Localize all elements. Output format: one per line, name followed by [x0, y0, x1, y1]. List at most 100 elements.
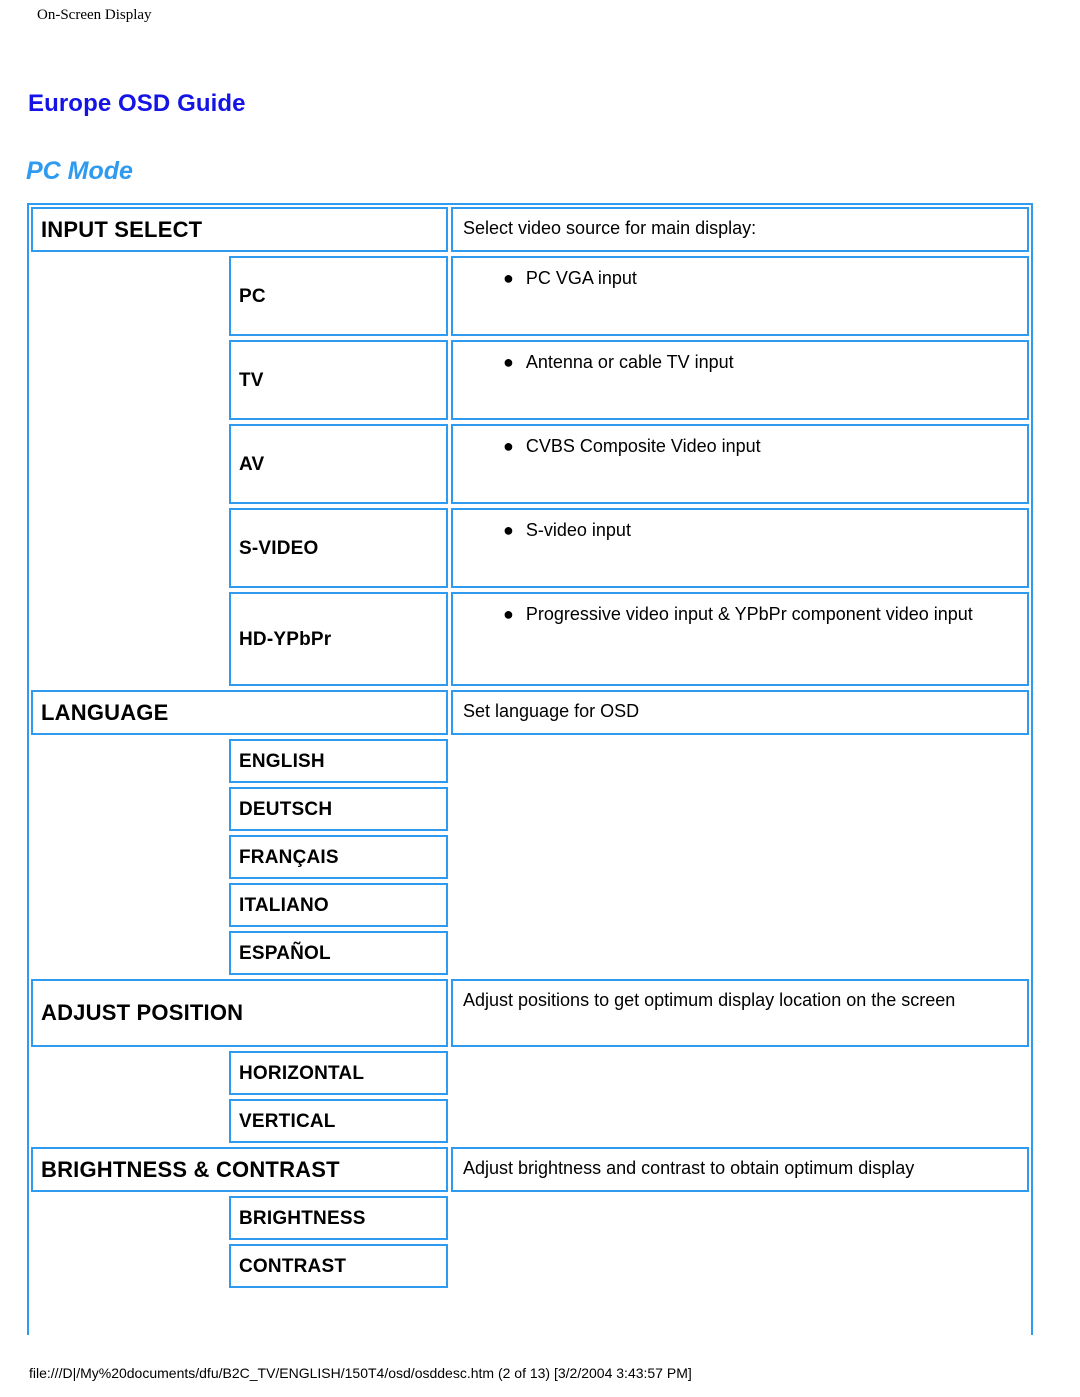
bullet-item: ● CVBS Composite Video input: [463, 434, 1017, 459]
bullet-item: ● S-video input: [463, 518, 1017, 543]
section-header-label: BRIGHTNESS & CONTRAST: [41, 1156, 340, 1182]
bullet-text: PC VGA input: [525, 268, 637, 288]
section-header-row: LANGUAGE Set language for OSD: [29, 688, 1031, 737]
option-row-deutsch: DEUTSCH: [29, 785, 1031, 833]
option-row-italiano: ITALIANO: [29, 881, 1031, 929]
section-header-label: ADJUST POSITION: [41, 1000, 244, 1025]
option-cell-wrap: BRIGHTNESS: [29, 1194, 450, 1242]
section-header-cell[interactable]: BRIGHTNESS & CONTRAST: [31, 1147, 448, 1192]
option-cell-francais[interactable]: FRANÇAIS: [229, 835, 448, 879]
option-row-brightness: BRIGHTNESS: [29, 1194, 1031, 1242]
option-cell-espanol[interactable]: ESPAÑOL: [229, 931, 448, 975]
option-label: TV: [239, 369, 264, 391]
option-label: ESPAÑOL: [239, 942, 331, 964]
option-cell-wrap: FRANÇAIS: [29, 833, 450, 881]
section-description-cell-wrap: Adjust positions to get optimum display …: [450, 977, 1031, 1049]
option-label: BRIGHTNESS: [239, 1207, 366, 1229]
bullet-dot-icon: ●: [503, 268, 514, 288]
bullet-dot-icon: ●: [503, 436, 514, 456]
section-description-cell-wrap: Set language for OSD: [450, 688, 1031, 737]
option-cell-wrap: TV: [29, 338, 450, 422]
option-row-francais: FRANÇAIS: [29, 833, 1031, 881]
bullet-text: CVBS Composite Video input: [525, 436, 761, 456]
option-cell-deutsch[interactable]: DEUTSCH: [229, 787, 448, 831]
section-input-select: INPUT SELECT Select video source for mai…: [29, 205, 1031, 688]
option-row-horizontal: HORIZONTAL: [29, 1049, 1031, 1097]
option-cell-wrap: HD-YPbPr: [29, 590, 450, 688]
option-cell-av[interactable]: AV: [229, 424, 448, 504]
page-title: Europe OSD Guide: [28, 90, 246, 118]
option-cell-wrap: HORIZONTAL: [29, 1049, 450, 1097]
option-cell-horizontal[interactable]: HORIZONTAL: [229, 1051, 448, 1095]
section-description-text: Adjust brightness and contrast to obtain…: [463, 1158, 915, 1178]
option-description-empty: [450, 785, 1031, 833]
option-row-english: ENGLISH: [29, 737, 1031, 785]
option-description-empty: [450, 929, 1031, 977]
section-description-cell-wrap: Select video source for main display:: [450, 205, 1031, 254]
option-row-tv: TV ● Antenna or cable TV input: [29, 338, 1031, 422]
option-cell-brightness[interactable]: BRIGHTNESS: [229, 1196, 448, 1240]
option-cell-wrap: DEUTSCH: [29, 785, 450, 833]
section-header-cell[interactable]: INPUT SELECT: [31, 207, 448, 252]
option-cell-wrap: S-VIDEO: [29, 506, 450, 590]
section-adjust-position: ADJUST POSITION Adjust positions to get …: [29, 977, 1031, 1145]
option-cell-wrap: ITALIANO: [29, 881, 450, 929]
option-row-pc: PC ● PC VGA input: [29, 254, 1031, 338]
bullet-dot-icon: ●: [503, 352, 514, 372]
option-description-empty: [450, 1242, 1031, 1290]
section-description-text: Set language for OSD: [463, 701, 640, 721]
bullet-item: ● Progressive video input & YPbPr compon…: [463, 602, 1017, 627]
option-description-wrap: ● Antenna or cable TV input: [450, 338, 1031, 422]
option-row-av: AV ● CVBS Composite Video input: [29, 422, 1031, 506]
section-header-cell-wrap: LANGUAGE: [29, 688, 450, 737]
section-description-text: Adjust positions to get optimum display …: [463, 990, 956, 1010]
option-cell-hd-ypbpr[interactable]: HD-YPbPr: [229, 592, 448, 686]
option-cell-pc[interactable]: PC: [229, 256, 448, 336]
option-cell-wrap: PC: [29, 254, 450, 338]
option-description-empty: [450, 833, 1031, 881]
option-label: HD-YPbPr: [239, 628, 332, 650]
option-row-hd-ypbpr: HD-YPbPr ● Progressive video input & YPb…: [29, 590, 1031, 688]
section-header-label: INPUT SELECT: [41, 216, 203, 242]
option-row-espanol: ESPAÑOL: [29, 929, 1031, 977]
section-description-cell: Set language for OSD: [451, 690, 1029, 735]
option-cell-s-video[interactable]: S-VIDEO: [229, 508, 448, 588]
option-cell-tv[interactable]: TV: [229, 340, 448, 420]
option-label: HORIZONTAL: [239, 1062, 365, 1084]
option-description-cell: ● PC VGA input: [451, 256, 1029, 336]
option-description-wrap: ● PC VGA input: [450, 254, 1031, 338]
section-header-label: LANGUAGE: [41, 699, 169, 725]
bullet-text: S-video input: [525, 520, 631, 540]
option-description-cell: ● S-video input: [451, 508, 1029, 588]
option-cell-wrap: CONTRAST: [29, 1242, 450, 1290]
option-description-wrap: ● Progressive video input & YPbPr compon…: [450, 590, 1031, 688]
option-cell-english[interactable]: ENGLISH: [229, 739, 448, 783]
section-header-cell[interactable]: ADJUST POSITION: [31, 979, 448, 1047]
option-row-s-video: S-VIDEO ● S-video input: [29, 506, 1031, 590]
option-cell-wrap: VERTICAL: [29, 1097, 450, 1145]
bullet-dot-icon: ●: [503, 520, 514, 540]
option-description-empty: [450, 881, 1031, 929]
bullet-dot-icon: ●: [503, 604, 514, 624]
option-description-empty: [450, 1049, 1031, 1097]
option-description-cell: ● Progressive video input & YPbPr compon…: [451, 592, 1029, 686]
section-header-row: ADJUST POSITION Adjust positions to get …: [29, 977, 1031, 1049]
option-label: VERTICAL: [239, 1110, 336, 1132]
option-cell-vertical[interactable]: VERTICAL: [229, 1099, 448, 1143]
section-header-cell[interactable]: LANGUAGE: [31, 690, 448, 735]
section-header-row: INPUT SELECT Select video source for mai…: [29, 205, 1031, 254]
bullet-text: Progressive video input & YPbPr componen…: [525, 604, 973, 624]
option-label: ITALIANO: [239, 894, 329, 916]
section-header-cell-wrap: INPUT SELECT: [29, 205, 450, 254]
bullet-item: ● PC VGA input: [463, 266, 1017, 291]
option-cell-wrap: ESPAÑOL: [29, 929, 450, 977]
option-cell-contrast[interactable]: CONTRAST: [229, 1244, 448, 1288]
option-description-wrap: ● CVBS Composite Video input: [450, 422, 1031, 506]
option-cell-italiano[interactable]: ITALIANO: [229, 883, 448, 927]
bullet-item: ● Antenna or cable TV input: [463, 350, 1017, 375]
option-label: S-VIDEO: [239, 537, 319, 559]
section-header-row: BRIGHTNESS & CONTRAST Adjust brightness …: [29, 1145, 1031, 1194]
section-header-cell-wrap: ADJUST POSITION: [29, 977, 450, 1049]
section-description-cell-wrap: Adjust brightness and contrast to obtain…: [450, 1145, 1031, 1194]
page-subtitle: PC Mode: [26, 156, 133, 185]
